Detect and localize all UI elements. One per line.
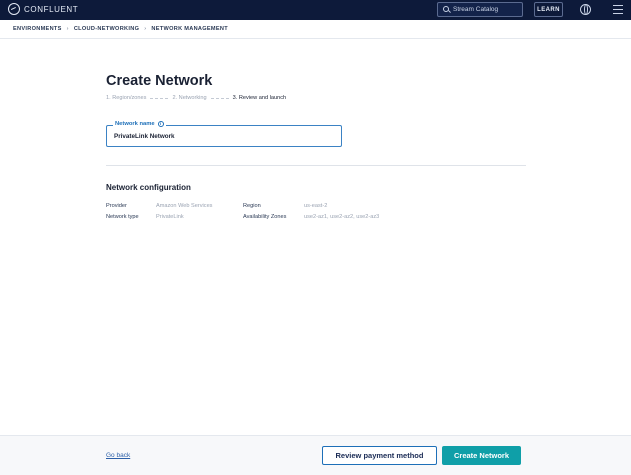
section-divider [106, 165, 526, 166]
progress-stepper: 1. Region/zones 2. Networking 3. Review … [106, 95, 286, 101]
go-back-link[interactable]: Go back [106, 452, 130, 459]
network-type-label: Network type [106, 214, 139, 220]
network-type-value: PrivateLink [156, 214, 184, 220]
breadcrumb: ENVIRONMENTS › CLOUD-NETWORKING › NETWOR… [13, 26, 228, 32]
stream-catalog-search[interactable]: Stream Catalog [437, 2, 523, 17]
create-network-button[interactable]: Create Network [442, 446, 521, 465]
info-icon[interactable]: i [157, 121, 164, 127]
provider-label: Provider [106, 203, 127, 209]
step-region-zones[interactable]: 1. Region/zones [106, 95, 146, 101]
search-placeholder: Stream Catalog [453, 6, 499, 13]
step-review-and-launch: 3. Review and launch [232, 95, 287, 101]
step-connector [210, 97, 229, 99]
provider-value: Amazon Web Services [156, 203, 213, 209]
network-name-field[interactable]: Network name i PrivateLink Network [106, 121, 342, 147]
top-navigation-bar: CONFLUENT Stream Catalog LEARN [0, 0, 631, 20]
learn-button[interactable]: LEARN [534, 2, 563, 17]
region-label: Region [243, 203, 261, 209]
globe-icon[interactable] [580, 4, 591, 15]
breadcrumb-environments[interactable]: ENVIRONMENTS [13, 26, 62, 32]
breadcrumb-network-management[interactable]: NETWORK MANAGEMENT [151, 26, 228, 32]
hamburger-menu-icon[interactable] [613, 5, 623, 15]
availability-zones-value: use2-az1, use2-az2, use2-az3 [304, 214, 380, 220]
network-configuration-title: Network configuration [106, 183, 191, 192]
availability-zones-label: Availability Zones [243, 214, 287, 220]
network-name-label: Network name i [113, 121, 166, 127]
step-networking[interactable]: 2. Networking [172, 95, 206, 101]
region-value: us-east-2 [304, 203, 328, 209]
page-title: Create Network [106, 73, 213, 89]
brand-name: CONFLUENT [24, 4, 79, 14]
network-name-value: PrivateLink Network [114, 133, 175, 140]
breadcrumb-cloud-networking[interactable]: CLOUD-NETWORKING [74, 26, 139, 32]
breadcrumb-separator: › [66, 26, 69, 32]
step-connector [150, 97, 169, 99]
brand[interactable]: CONFLUENT [8, 3, 78, 15]
network-name-label-text: Network name [115, 121, 155, 127]
footer-action-bar [0, 435, 631, 475]
breadcrumb-divider [0, 38, 631, 39]
review-payment-method-button[interactable]: Review payment method [322, 446, 437, 465]
breadcrumb-separator: › [144, 26, 147, 32]
search-icon [443, 6, 450, 13]
confluent-logo-icon [8, 3, 20, 15]
